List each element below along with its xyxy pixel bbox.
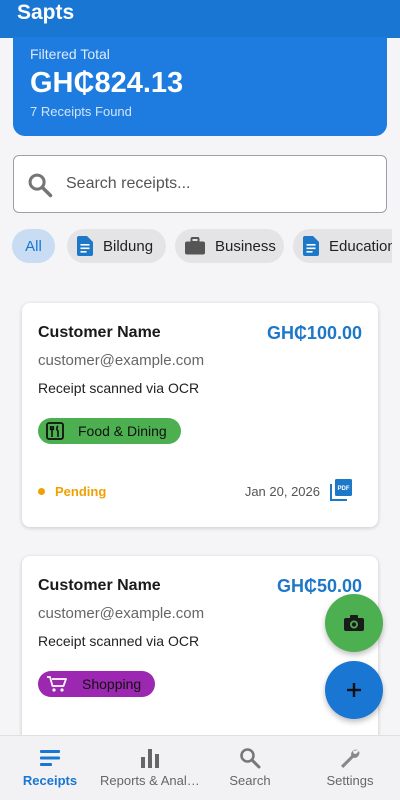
nav-reports[interactable]: Reports & Analytics — [100, 736, 200, 800]
bottom-navigation: Receipts Reports & Analytics Search Sett… — [0, 735, 400, 800]
customer-name: Customer Name — [38, 577, 161, 594]
status-label: Pending — [55, 484, 107, 499]
briefcase-icon — [185, 237, 205, 255]
scan-receipt-button[interactable] — [325, 594, 383, 652]
nav-settings[interactable]: Settings — [300, 736, 400, 800]
search-icon — [28, 173, 53, 198]
nav-label: Receipts — [22, 773, 78, 788]
pdf-icon[interactable]: PDF — [330, 479, 352, 501]
document-icon — [77, 236, 93, 256]
receipt-description: Receipt scanned via OCR — [38, 380, 200, 396]
chip-education[interactable]: Education — [293, 229, 392, 263]
receipt-card[interactable]: Customer Name GH₵100.00 customer@example… — [22, 303, 378, 527]
receipt-count: 7 Receipts Found — [30, 104, 132, 119]
app-bar: Sapts — [0, 0, 400, 38]
nav-search[interactable]: Search — [200, 736, 300, 800]
camera-icon — [344, 615, 364, 631]
app-title: Sapts — [17, 1, 75, 24]
search-box[interactable] — [13, 155, 387, 213]
search-icon — [240, 748, 261, 769]
add-receipt-button[interactable] — [325, 661, 383, 719]
category-label: Shopping — [82, 676, 142, 692]
customer-email: customer@example.com — [38, 605, 205, 622]
plus-icon — [347, 683, 361, 697]
document-icon — [303, 236, 319, 256]
chip-business[interactable]: Business — [175, 229, 284, 263]
receipts-icon — [40, 750, 60, 766]
chip-all[interactable]: All — [12, 229, 55, 263]
total-label: Filtered Total — [30, 46, 110, 62]
category-badge: Shopping — [38, 671, 156, 697]
total-amount: GH₵824.13 — [30, 67, 184, 99]
settings-icon — [341, 749, 360, 768]
chip-label: All — [25, 237, 42, 255]
chip-label: Education — [329, 237, 392, 255]
nav-label: Settings — [326, 773, 374, 788]
receipt-date: Jan 20, 2026 — [244, 484, 320, 499]
chip-label: Business — [215, 237, 276, 255]
svg-text:PDF: PDF — [338, 486, 350, 492]
cart-icon — [47, 676, 67, 692]
chip-label: Bildung — [103, 237, 154, 255]
category-filter-chips: All Bildung Business Education — [0, 229, 392, 265]
status-badge: Pending — [38, 484, 106, 499]
receipt-description: Receipt scanned via OCR — [38, 633, 200, 649]
search-input[interactable] — [66, 156, 376, 211]
receipt-amount: GH₵100.00 — [266, 323, 362, 343]
nav-receipts[interactable]: Receipts — [0, 736, 100, 800]
restaurant-icon — [46, 422, 64, 440]
customer-name: Customer Name — [38, 324, 161, 341]
category-badge: Food & Dining — [38, 418, 181, 444]
status-dot — [38, 488, 45, 495]
chip-bildung[interactable]: Bildung — [67, 229, 166, 263]
nav-label: Reports & Analytics — [100, 773, 200, 788]
filtered-total-card: Filtered Total GH₵824.13 7 Receipts Foun… — [13, 37, 387, 136]
customer-email: customer@example.com — [38, 352, 205, 369]
bar-chart-icon — [141, 749, 159, 768]
nav-label: Search — [229, 773, 271, 788]
category-label: Food & Dining — [78, 423, 167, 439]
